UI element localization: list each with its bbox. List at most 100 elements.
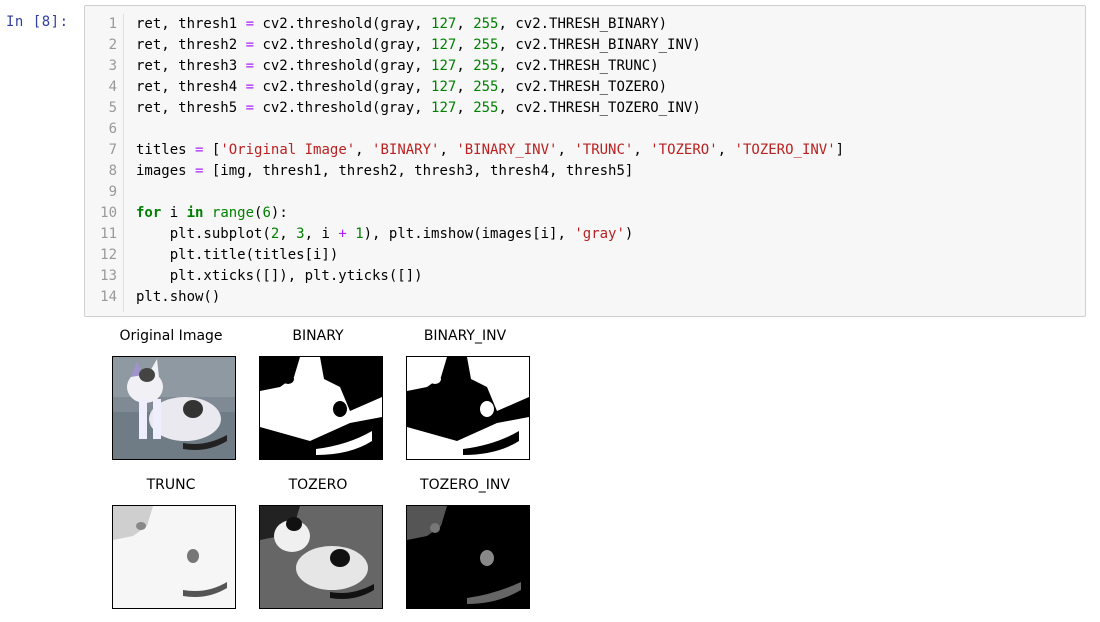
subplot-image-original [112,356,236,460]
code-token: , [456,79,474,95]
code-text: ret, thresh5 = cv2.threshold(gray, 127 , … [136,98,701,119]
code-token: , cv2.THRESH_TOZERO_INV) [498,100,701,116]
code-token: = [245,100,255,116]
subplot-title: TOZERO [288,477,348,493]
code-line[interactable]: 12 plt.title(titles[i]) [85,245,1085,266]
subplot-title: TRUNC [146,477,196,493]
code-token: 255 [473,79,499,95]
code-token: images [136,163,196,179]
code-token: plt.xticks([]), plt.yticks([]) [136,268,423,284]
line-number: 4 [108,79,117,95]
code-token: [ [203,142,221,158]
code-token: ret, thresh2 [136,37,246,53]
code-token: , cv2.THRESH_TRUNC) [498,58,659,74]
code-text: plt.xticks([]), plt.yticks([]) [136,266,423,287]
code-text: images = [img, thresh1, thresh2, thresh3… [136,161,633,182]
code-line[interactable]: 3 ret, thresh3 = cv2.threshold(gray, 127,… [85,56,1085,77]
subplot-title: BINARY_INV [423,328,507,344]
code-line[interactable]: 11 plt.subplot(2, 3, i + 1), plt.imshow(… [85,224,1085,245]
code-token: , [355,142,373,158]
code-token: , [557,142,575,158]
cell-output: Original Image BINARY BINARY_INV TRUNC T… [84,322,1084,617]
code-token: , [717,142,735,158]
code-token: ret, thresh1 [136,16,246,32]
code-token: plt.show() [136,289,221,305]
code-token: titles [136,142,196,158]
subplot-title: Original Image [119,328,223,344]
code-token: , [456,100,474,116]
code-token: = [245,16,255,32]
code-token: 6 [262,205,271,221]
code-token: + [338,226,347,242]
line-number: 6 [108,121,117,137]
code-token: , cv2.THRESH_BINARY) [498,16,668,32]
code-token: 255 [473,58,499,74]
line-number: 1 [108,16,117,32]
code-token: ] [835,142,845,158]
code-token: 255 [473,37,499,53]
code-line[interactable]: 8 images = [img, thresh1, thresh2, thresh… [85,161,1085,182]
code-line[interactable]: 5 ret, thresh5 = cv2.threshold(gray, 127,… [85,98,1085,119]
code-token: , [456,37,474,53]
code-token: , [456,58,474,74]
code-token: i [161,205,187,221]
subplot-image-tozero [259,505,383,609]
code-cell[interactable]: 1 ret, thresh1 = cv2.threshold(gray, 127,… [84,5,1086,317]
subplot-title: BINARY [292,328,344,344]
code-token: , [439,142,457,158]
code-text: ret, thresh4 = cv2.threshold(gray, 127 , … [136,77,667,98]
code-token: 127 [431,100,457,116]
code-token: 127 [431,37,457,53]
code-token: 'TRUNC' [574,142,634,158]
line-number: 5 [108,100,117,116]
code-text: ret, thresh2 = cv2.threshold(gray, 127 , … [136,35,701,56]
code-token: = [245,37,255,53]
code-token: ) [624,226,634,242]
code-line[interactable]: 2 ret, thresh2 = cv2.threshold(gray, 127,… [85,35,1085,56]
line-number: 10 [100,205,117,221]
line-number: 11 [100,226,117,242]
code-text: titles = ['Original Image', 'BINARY', 'B… [136,140,844,161]
code-token: , [279,226,297,242]
code-token: = [245,79,255,95]
code-line[interactable]: 10 for i in range(6): [85,203,1085,224]
code-token: in [186,205,204,221]
code-text: plt.title(titles[i]) [136,245,339,266]
line-number: 14 [100,289,117,305]
code-token: = [245,58,255,74]
subplot-image-trunc [112,505,236,609]
code-line[interactable]: 6 [85,119,1085,140]
code-line[interactable]: 7 titles = ['Original Image', 'BINARY', '… [85,140,1085,161]
code-token: 'TOZERO' [650,142,718,158]
line-number: 13 [100,268,117,284]
line-number: 12 [100,247,117,263]
subplot-image-tozero-inv [406,505,530,609]
line-number: 3 [108,58,117,74]
subplot-title: TOZERO_INV [420,477,510,493]
code-token: , cv2.THRESH_BINARY_INV) [498,37,701,53]
code-token: 'BINARY' [372,142,440,158]
code-editor[interactable]: 1 ret, thresh1 = cv2.threshold(gray, 127,… [85,14,1085,308]
code-token: 127 [431,79,457,95]
code-token: cv2.threshold(gray, [254,58,432,74]
code-line[interactable]: 4 ret, thresh4 = cv2.threshold(gray, 127,… [85,77,1085,98]
code-line[interactable]: 9 [85,182,1085,203]
code-token: [img, thresh1, thresh2, thresh3, thresh4… [203,163,634,179]
line-number: 7 [108,142,117,158]
code-token: , [633,142,651,158]
code-token: 255 [473,100,499,116]
code-token: 127 [431,58,457,74]
code-token: 'TOZERO_INV' [734,142,836,158]
code-line[interactable]: 1 ret, thresh1 = cv2.threshold(gray, 127,… [85,14,1085,35]
code-token: for [136,205,162,221]
code-token: ): [270,205,288,221]
code-token: ), plt.imshow(images[i], [363,226,575,242]
code-text: ret, thresh1 = cv2.threshold(gray, 127 , … [136,14,667,35]
code-line[interactable]: 13 plt.xticks([]), plt.yticks([]) [85,266,1085,287]
code-token: , cv2.THRESH_TOZERO) [498,79,668,95]
subplot-image-binary-inv [406,356,530,460]
code-token: , i [304,226,339,242]
code-line[interactable]: 14 plt.show() [85,287,1085,308]
